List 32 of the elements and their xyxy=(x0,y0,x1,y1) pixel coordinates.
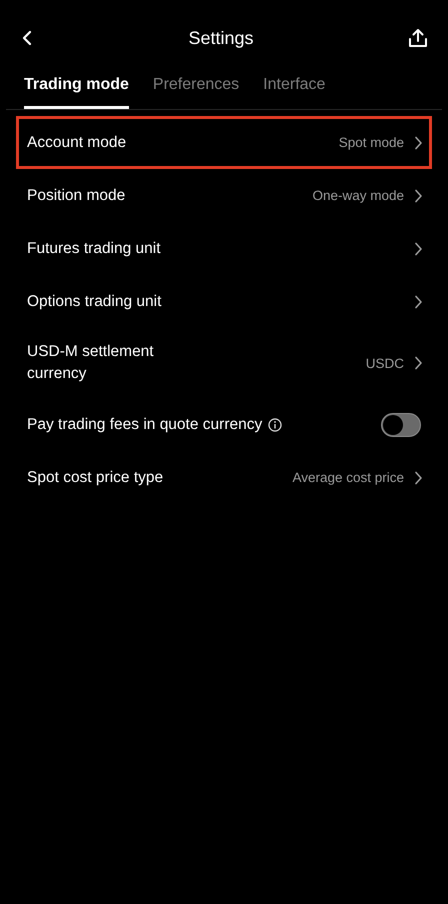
chevron-right-icon xyxy=(414,188,423,202)
setting-label: Pay trading fees in quote currency xyxy=(27,414,262,434)
share-icon[interactable] xyxy=(408,28,428,48)
setting-row[interactable]: Pay trading fees in quote currency xyxy=(16,398,432,451)
tab[interactable]: Trading mode xyxy=(24,72,129,109)
setting-row[interactable]: USD-M settlement currency USDC xyxy=(16,328,432,398)
setting-row[interactable]: Position mode One-way mode xyxy=(16,169,432,222)
setting-label: Options trading unit xyxy=(27,292,162,312)
toggle-switch[interactable] xyxy=(381,412,421,436)
chevron-right-icon xyxy=(414,136,423,150)
setting-value: Average cost price xyxy=(292,470,404,485)
screen-title: Settings xyxy=(188,28,254,48)
setting-label: Spot cost price type xyxy=(27,468,164,488)
setting-value: One-way mode xyxy=(312,188,404,203)
setting-value: Spot mode xyxy=(338,135,404,150)
setting-label: Position mode xyxy=(27,186,126,206)
info-icon[interactable] xyxy=(268,418,282,432)
chevron-right-icon xyxy=(414,356,423,370)
setting-value: USDC xyxy=(366,356,404,370)
setting-row[interactable]: Spot cost price type Average cost price xyxy=(16,451,432,504)
chevron-right-icon xyxy=(414,294,423,308)
tab[interactable]: Interface xyxy=(263,72,326,109)
tab[interactable]: Preferences xyxy=(152,72,240,109)
chevron-right-icon xyxy=(414,242,423,256)
setting-label: Account mode xyxy=(27,132,126,152)
chevron-right-icon xyxy=(414,470,423,484)
setting-label: USD-M settlement currency xyxy=(27,342,155,384)
back-icon[interactable] xyxy=(20,30,34,46)
highlighted-setting-row[interactable]: Account mode Spot mode xyxy=(16,116,432,169)
setting-label: Futures trading unit xyxy=(27,238,161,258)
setting-row[interactable]: Futures trading unit xyxy=(16,222,432,275)
setting-row[interactable]: Options trading unit xyxy=(16,275,432,328)
